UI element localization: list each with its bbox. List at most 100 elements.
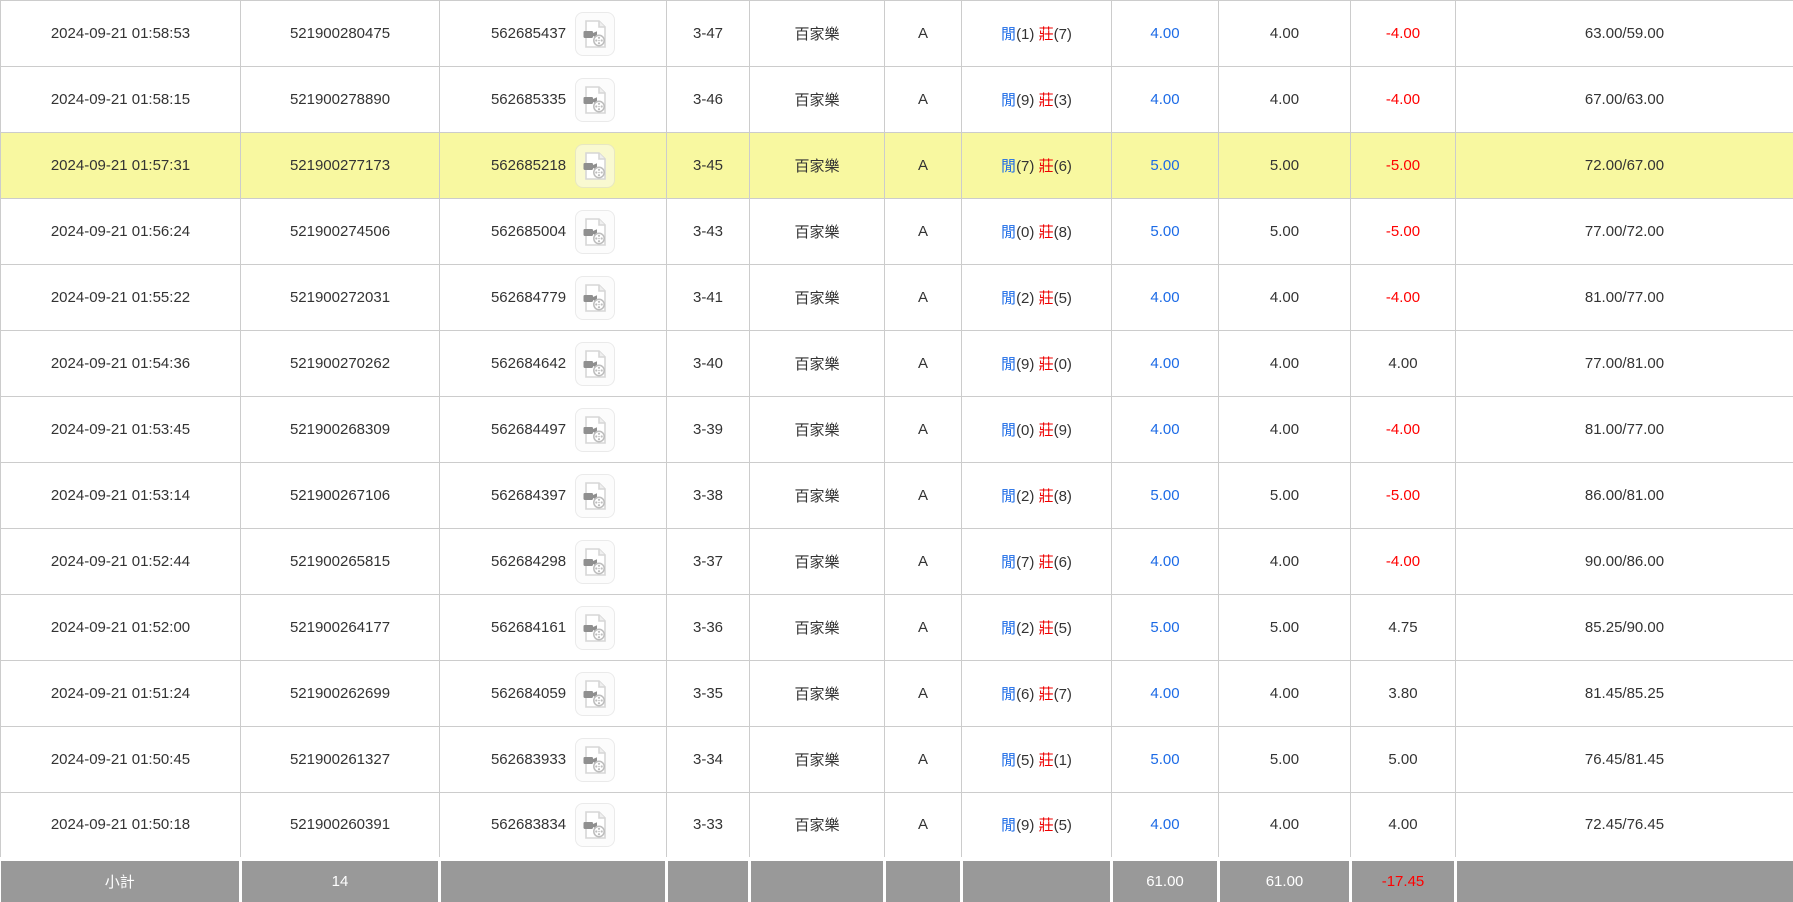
cell-bet-id: 521900264177 [241, 595, 440, 661]
cell-time: 2024-09-21 01:56:24 [1, 199, 241, 265]
cell-time: 2024-09-21 01:54:36 [1, 331, 241, 397]
banker-result-label: 莊 [1039, 356, 1054, 373]
cell-valid-bet: 4.00 [1219, 397, 1351, 463]
banker-points: (7) [1054, 26, 1072, 43]
cell-win-loss: -4.00 [1351, 529, 1456, 595]
cell-time: 2024-09-21 01:58:15 [1, 67, 241, 133]
player-points: (9) [1016, 356, 1034, 373]
cell-time: 2024-09-21 01:58:53 [1, 1, 241, 67]
banker-result-label: 莊 [1039, 422, 1054, 439]
cell-win-loss: -5.00 [1351, 199, 1456, 265]
table-row[interactable]: 2024-09-21 01:52:44 521900265815 5626842… [1, 529, 1793, 595]
video-replay-button[interactable] [575, 342, 615, 386]
cell-table-code: A [885, 595, 962, 661]
subtotal-count: 14 [241, 859, 440, 902]
cell-valid-bet: 5.00 [1219, 199, 1351, 265]
cell-round: 3-47 [667, 1, 750, 67]
video-replay-button[interactable] [575, 672, 615, 716]
table-row[interactable]: 2024-09-21 01:55:22 521900272031 5626847… [1, 265, 1793, 331]
cell-win-loss: -4.00 [1351, 1, 1456, 67]
cell-round: 3-43 [667, 199, 750, 265]
cell-game-name: 百家樂 [750, 397, 885, 463]
banker-points: (9) [1054, 422, 1072, 439]
table-row[interactable]: 2024-09-21 01:56:24 521900274506 5626850… [1, 199, 1793, 265]
cell-bet-amount: 5.00 [1112, 463, 1219, 529]
video-replay-button[interactable] [575, 474, 615, 518]
cell-game-name: 百家樂 [750, 331, 885, 397]
player-result-label: 閒 [1001, 752, 1016, 769]
video-replay-button[interactable] [575, 606, 615, 650]
cell-result: 閒(9) 莊(3) [962, 67, 1112, 133]
cell-game-id: 562684059 [440, 661, 667, 727]
subtotal-empty-gameid [440, 859, 667, 902]
table-row[interactable]: 2024-09-21 01:50:45 521900261327 5626839… [1, 727, 1793, 793]
player-points: (7) [1016, 554, 1034, 571]
table-row[interactable]: 2024-09-21 01:51:24 521900262699 5626840… [1, 661, 1793, 727]
table-row[interactable]: 2024-09-21 01:58:53 521900280475 5626854… [1, 1, 1793, 67]
player-points: (9) [1016, 817, 1034, 834]
cell-table-code: A [885, 793, 962, 859]
cell-bet-amount: 4.00 [1112, 331, 1219, 397]
cell-game-name: 百家樂 [750, 793, 885, 859]
cell-time: 2024-09-21 01:57:31 [1, 133, 241, 199]
cell-result: 閒(6) 莊(7) [962, 661, 1112, 727]
table-row[interactable]: 2024-09-21 01:58:15 521900278890 5626853… [1, 67, 1793, 133]
cell-game-name: 百家樂 [750, 133, 885, 199]
banker-result-label: 莊 [1039, 817, 1054, 834]
video-replay-icon [582, 810, 608, 840]
table-row[interactable]: 2024-09-21 01:53:45 521900268309 5626844… [1, 397, 1793, 463]
game-id-text: 562684497 [491, 421, 566, 438]
video-replay-button[interactable] [575, 738, 615, 782]
cell-table-code: A [885, 397, 962, 463]
cell-result: 閒(2) 莊(8) [962, 463, 1112, 529]
cell-table-code: A [885, 727, 962, 793]
cell-result: 閒(2) 莊(5) [962, 595, 1112, 661]
cell-game-id: 562684161 [440, 595, 667, 661]
video-replay-button[interactable] [575, 803, 615, 847]
game-id-text: 562685218 [491, 157, 566, 174]
table-row[interactable]: 2024-09-21 01:50:18 521900260391 5626838… [1, 793, 1793, 859]
banker-points: (8) [1054, 488, 1072, 505]
cell-bet-id: 521900267106 [241, 463, 440, 529]
cell-bet-amount: 5.00 [1112, 133, 1219, 199]
table-row[interactable]: 2024-09-21 01:54:36 521900270262 5626846… [1, 331, 1793, 397]
video-replay-button[interactable] [575, 276, 615, 320]
banker-result-label: 莊 [1039, 92, 1054, 109]
video-replay-button[interactable] [575, 78, 615, 122]
video-replay-button[interactable] [575, 408, 615, 452]
cell-valid-bet: 4.00 [1219, 331, 1351, 397]
banker-points: (5) [1054, 817, 1072, 834]
cell-time: 2024-09-21 01:51:24 [1, 661, 241, 727]
cell-balance: 63.00/59.00 [1456, 1, 1793, 67]
banker-points: (0) [1054, 356, 1072, 373]
video-replay-button[interactable] [575, 210, 615, 254]
video-replay-icon [582, 613, 608, 643]
table-row[interactable]: 2024-09-21 01:53:14 521900267106 5626843… [1, 463, 1793, 529]
banker-points: (7) [1054, 686, 1072, 703]
cell-game-name: 百家樂 [750, 1, 885, 67]
cell-bet-amount: 4.00 [1112, 67, 1219, 133]
cell-bet-id: 521900278890 [241, 67, 440, 133]
cell-round: 3-38 [667, 463, 750, 529]
cell-time: 2024-09-21 01:50:45 [1, 727, 241, 793]
game-id-text: 562685335 [491, 91, 566, 108]
video-replay-button[interactable] [575, 540, 615, 584]
banker-result-label: 莊 [1039, 488, 1054, 505]
video-replay-button[interactable] [575, 12, 615, 56]
cell-game-id: 562683834 [440, 793, 667, 859]
table-row[interactable]: 2024-09-21 01:52:00 521900264177 5626841… [1, 595, 1793, 661]
table-row[interactable]: 2024-09-21 01:57:31 521900277173 5626852… [1, 133, 1793, 199]
cell-result: 閒(0) 莊(8) [962, 199, 1112, 265]
game-id-text: 562684397 [491, 487, 566, 504]
player-points: (0) [1016, 422, 1034, 439]
subtotal-empty-balance [1456, 859, 1793, 902]
player-points: (6) [1016, 686, 1034, 703]
cell-valid-bet: 4.00 [1219, 1, 1351, 67]
player-result-label: 閒 [1001, 356, 1016, 373]
cell-game-id: 562684298 [440, 529, 667, 595]
video-replay-icon [582, 481, 608, 511]
cell-win-loss: -4.00 [1351, 67, 1456, 133]
cell-valid-bet: 5.00 [1219, 463, 1351, 529]
video-replay-icon [582, 547, 608, 577]
video-replay-button[interactable] [575, 144, 615, 188]
